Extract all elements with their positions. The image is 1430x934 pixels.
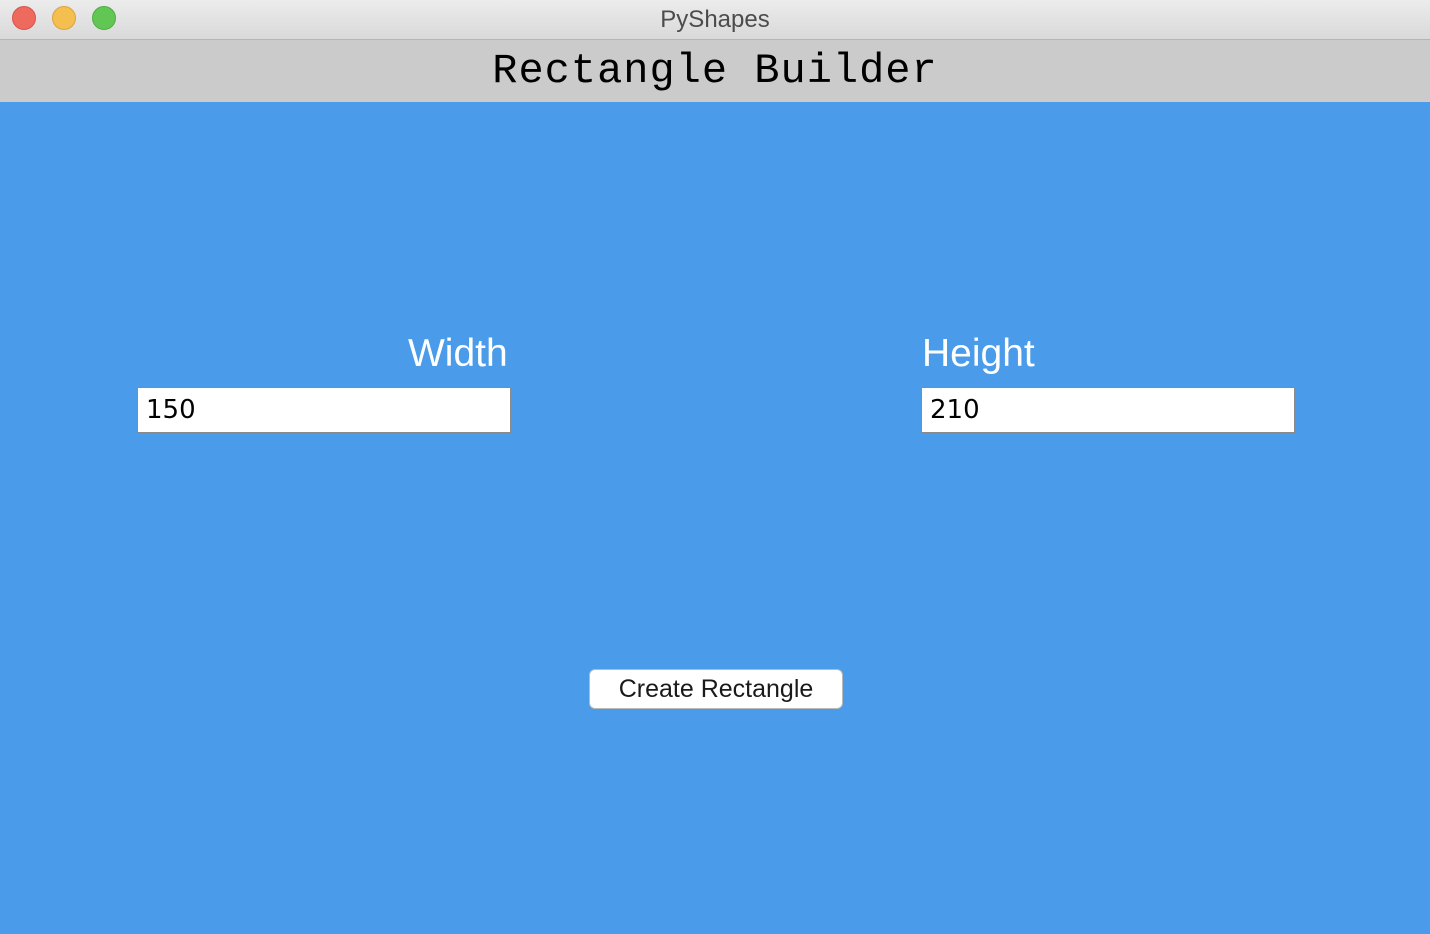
create-rectangle-button[interactable]: Create Rectangle <box>589 669 843 709</box>
height-field[interactable] <box>921 387 1295 433</box>
window-title: PyShapes <box>660 6 770 33</box>
width-label: Width <box>408 332 508 375</box>
page-title: Rectangle Builder <box>492 47 938 95</box>
window-titlebar[interactable]: PyShapes <box>0 0 1430 40</box>
app-window: PyShapes Rectangle Builder Width Height … <box>0 0 1430 934</box>
width-field[interactable] <box>137 387 511 433</box>
height-label: Height <box>922 332 1035 375</box>
header-bar: Rectangle Builder <box>0 40 1430 102</box>
